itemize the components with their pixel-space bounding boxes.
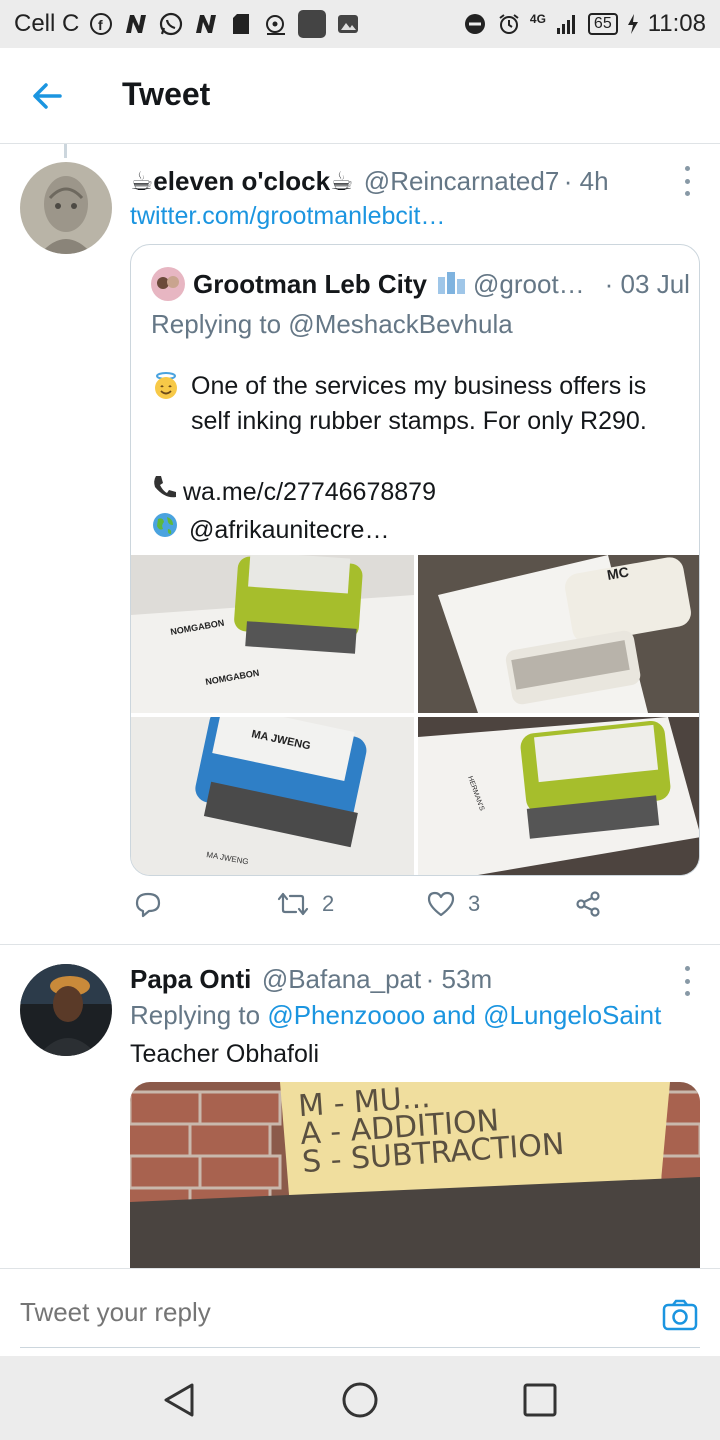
charging-icon	[626, 11, 640, 37]
author-name[interactable]: Papa Onti	[130, 964, 251, 994]
nav-back-icon[interactable]	[160, 1380, 200, 1420]
share-button[interactable]	[574, 890, 602, 918]
mention-link[interactable]: @afrikaunitecre…	[189, 513, 389, 548]
more-options-icon[interactable]	[682, 966, 692, 996]
more-options-icon[interactable]	[682, 166, 692, 196]
tweet-link[interactable]: twitter.com/grootmanlebcit…	[130, 202, 445, 231]
replying-to-label: Replying to	[130, 1000, 268, 1030]
tweet-text: Teacher Obhafoli	[130, 1040, 320, 1068]
retweet-button[interactable]: 2	[276, 890, 334, 918]
camera-icon[interactable]	[662, 1299, 698, 1331]
author-handle[interactable]: @Bafana_pat	[262, 964, 421, 994]
headset-icon	[263, 11, 289, 37]
quoted-text-line: One of the services my business offers i…	[191, 372, 647, 435]
network-type-label: 4G	[529, 12, 546, 26]
heart-icon	[427, 891, 455, 917]
stamp-photo-2[interactable]: MC	[418, 555, 699, 713]
quoted-author-name[interactable]: Grootman Leb City	[193, 269, 427, 300]
tweet-media-image[interactable]: M - MU... A - ADDITION S - SUBTRACTION	[130, 1082, 700, 1272]
news-n-icon	[123, 11, 149, 37]
tweet-time: · 4h	[563, 166, 609, 196]
facebook-icon: f	[88, 11, 114, 37]
tweet-time: · 53m	[425, 964, 493, 994]
top-app-bar: Tweet	[0, 48, 720, 144]
retweet-count: 2	[322, 891, 335, 916]
do-not-disturb-icon	[462, 11, 488, 37]
share-icon	[576, 891, 600, 917]
stamp-photo-1[interactable]: NOMGABON NOMGABON	[131, 555, 414, 713]
reply-button[interactable]	[134, 890, 162, 918]
clock: 11:08	[647, 10, 706, 37]
nav-recents-icon[interactable]	[520, 1380, 560, 1420]
photo-grid: NOMGABON NOMGABON MC MA JWENG MA JWENG H…	[131, 555, 699, 875]
carrier-label: Cell C	[14, 10, 80, 37]
avatar[interactable]	[20, 162, 112, 254]
whatsapp-icon	[158, 11, 184, 37]
reply-composer	[0, 1268, 720, 1356]
whatsapp-link[interactable]: wa.me/c/27746678879	[183, 475, 436, 510]
status-bar: Cell C f 4G 65 11:08	[0, 0, 720, 48]
page-title: Tweet	[122, 76, 211, 112]
tweet-actions: 2 3	[130, 890, 610, 930]
battery-level: 65	[587, 13, 618, 35]
author-handle[interactable]: @Reincarnated7	[364, 166, 560, 196]
system-navigation-bar	[0, 1356, 720, 1440]
alarm-icon	[496, 11, 522, 37]
avatar[interactable]	[20, 964, 112, 1056]
globe-emoji-icon	[151, 511, 189, 549]
quoted-tweet-text: One of the services my business offers i…	[151, 369, 681, 549]
replying-to-users[interactable]: @Phenzoooo and @LungeloSaint	[267, 1000, 661, 1030]
stamp-photo-4[interactable]: HERMAN'S	[418, 717, 699, 875]
gallery-icon	[335, 11, 361, 37]
reply-input-underline	[20, 1347, 700, 1348]
reply-input[interactable]	[20, 1297, 620, 1328]
author-name[interactable]: ☕eleven o'clock☕	[130, 166, 353, 196]
stamp-photo-3[interactable]: MA JWENG MA JWENG	[131, 717, 414, 875]
app-notification-icon	[298, 10, 327, 38]
quoted-date: · 03 Jul	[604, 268, 690, 299]
city-emoji-icon	[437, 269, 467, 300]
signal-icon	[554, 11, 580, 37]
retweet-icon	[277, 892, 309, 916]
like-count: 3	[468, 891, 481, 916]
replying-to[interactable]: Replying to @MeshackBevhula	[151, 309, 513, 340]
nav-home-icon[interactable]	[340, 1380, 380, 1420]
back-arrow-icon[interactable]	[28, 78, 68, 114]
sd-card-icon	[228, 11, 254, 37]
quoted-tweet-card[interactable]: Grootman Leb City @groot… · 03 Jul Reply…	[130, 244, 700, 876]
reply-icon	[135, 892, 161, 918]
halo-smile-emoji-icon	[151, 371, 183, 411]
news-n-icon-2	[193, 11, 219, 37]
svg-text:f: f	[98, 17, 103, 33]
quoted-avatar[interactable]	[151, 267, 185, 301]
phone-emoji-icon	[151, 473, 183, 511]
like-button[interactable]: 3	[426, 890, 480, 918]
quoted-author-handle[interactable]: @groot…	[473, 269, 585, 300]
